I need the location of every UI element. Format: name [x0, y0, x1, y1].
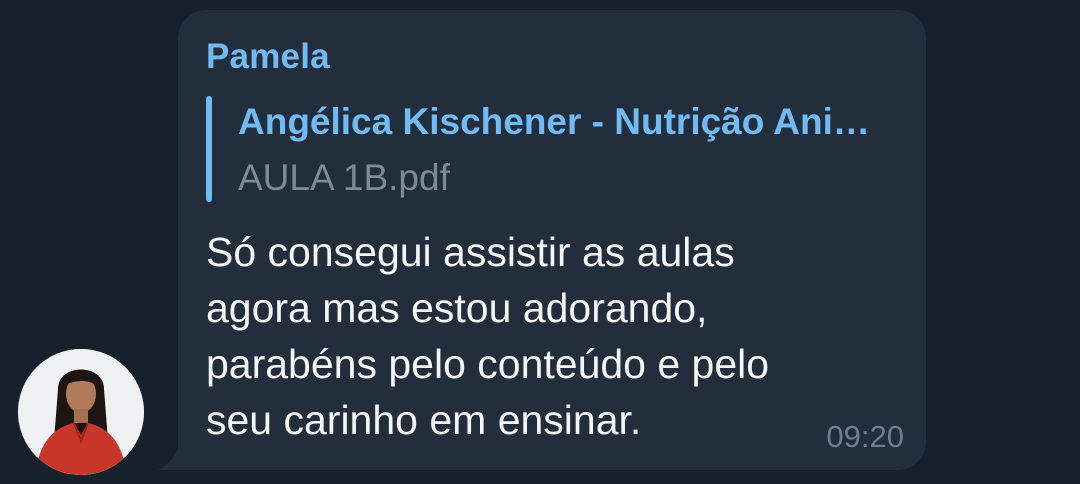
chat-view: Pamela Angélica Kischener - Nutrição Ani… — [0, 0, 1080, 484]
reply-title: Angélica Kischener - Nutrição Ani… — [238, 101, 870, 142]
sender-name[interactable]: Pamela — [206, 36, 330, 78]
message-text-line: seu carinho em ensinar. — [206, 397, 642, 443]
message-text: Só consegui assistir as aulas agora mas … — [206, 224, 886, 448]
reply-accent-bar — [206, 96, 212, 202]
sender-avatar[interactable] — [18, 349, 144, 475]
reply-file-name: AULA 1B.pdf — [238, 157, 450, 198]
avatar-photo-icon — [18, 349, 144, 475]
message-timestamp: 09:20 — [826, 419, 904, 454]
reply-preview[interactable]: Angélica Kischener - Nutrição Ani… AULA … — [206, 96, 898, 202]
message-text-line: parabéns pelo conteúdo e pelo — [206, 341, 770, 387]
message-bubble[interactable]: Pamela Angélica Kischener - Nutrição Ani… — [178, 10, 926, 470]
message-text-line: Só consegui assistir as aulas — [206, 229, 735, 275]
message-text-line: agora mas estou adorando, — [206, 285, 708, 331]
